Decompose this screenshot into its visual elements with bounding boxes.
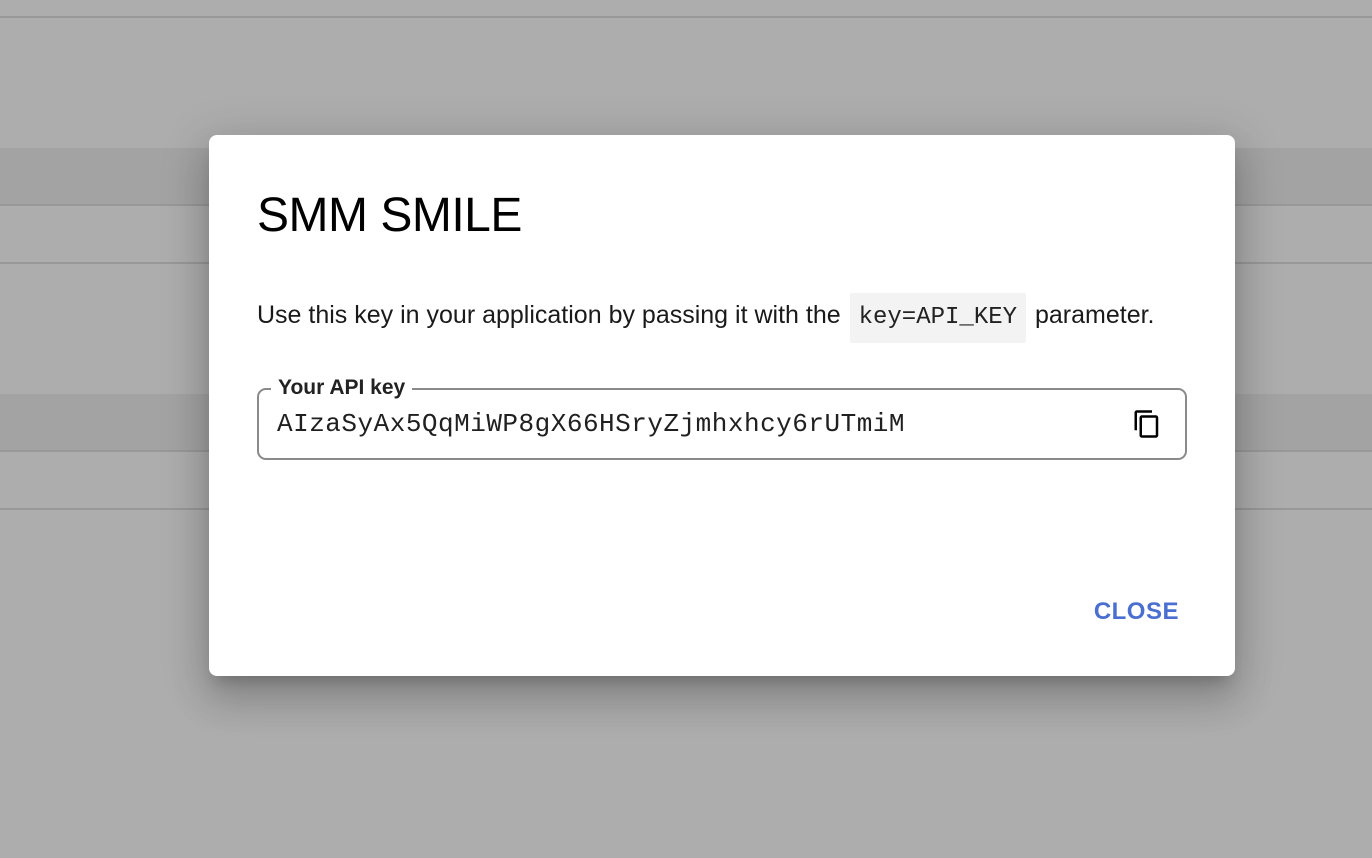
api-key-value[interactable]: AIzaSyAx5QqMiWP8gX66HSryZjmhxhcy6rUTmiM: [277, 406, 905, 442]
api-key-label: Your API key: [271, 376, 413, 400]
code-snippet: key=API_KEY: [849, 293, 1027, 343]
copy-button[interactable]: [1129, 406, 1165, 442]
api-key-field[interactable]: Your API key AIzaSyAx5QqMiWP8gX66HSryZjm…: [257, 376, 1187, 460]
description-text: Use this key in your application by pass…: [257, 301, 841, 329]
close-button[interactable]: CLOSE: [1086, 590, 1187, 634]
description-text-end: parameter.: [1034, 301, 1155, 329]
content-copy-icon: [1134, 410, 1159, 438]
api-key-dialog: SMM SMILE Use this key in your applicati…: [209, 135, 1235, 676]
dialog-description: Use this key in your application by pass…: [257, 289, 1197, 343]
dialog-title: SMM SMILE: [257, 189, 522, 242]
